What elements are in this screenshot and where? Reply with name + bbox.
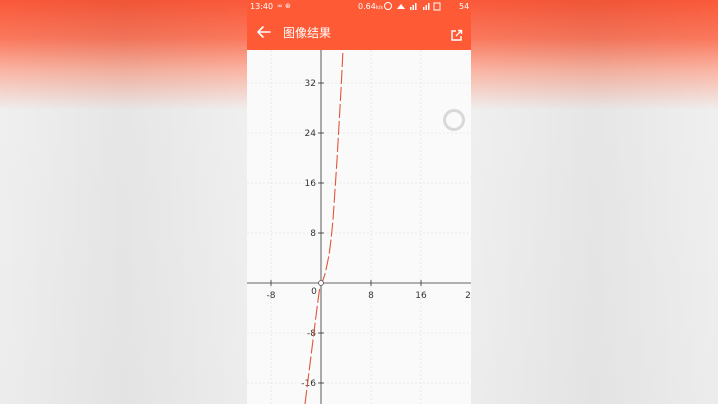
grid-lines: [247, 50, 471, 404]
background-right: [471, 0, 718, 404]
x-tick-label: 2: [465, 291, 471, 301]
origin-label: 0: [311, 287, 317, 297]
y-tick-label: -8: [307, 329, 316, 339]
status-left-icons: ∞ ⊛: [277, 2, 291, 10]
share-icon[interactable]: [450, 26, 463, 41]
x-tick-label: -8: [267, 291, 276, 301]
function-graph[interactable]: -8 0 8 16 2 32 24 16 8 -8 -16: [247, 50, 471, 404]
phone-screen: 13:40 ∞ ⊛ 0.64k/s 54 图像结果 -8 0 8 16 2 32…: [247, 0, 471, 404]
net-speed: 0.64k/s: [358, 2, 383, 11]
status-time: 13:40: [250, 2, 274, 11]
function-curve: [304, 50, 344, 404]
app-bar: 图像结果: [247, 16, 471, 50]
y-tick-label: 24: [305, 129, 317, 139]
graph-canvas[interactable]: -8 0 8 16 2 32 24 16 8 -8 -16: [247, 50, 471, 404]
y-tick-label: 8: [310, 229, 316, 239]
arrow-left-icon[interactable]: [255, 23, 273, 41]
floating-circle-button[interactable]: [443, 109, 465, 131]
y-tick-label: 16: [305, 179, 317, 189]
status-bar: 13:40 ∞ ⊛ 0.64k/s 54: [247, 0, 471, 16]
x-tick-label: 16: [415, 291, 427, 301]
y-tick-label: -16: [301, 379, 316, 389]
page-title: 图像结果: [283, 26, 332, 40]
status-right-icons: [383, 1, 443, 13]
origin-point[interactable]: [318, 280, 324, 286]
background-left: [0, 0, 247, 404]
battery-level: 54: [459, 2, 470, 11]
signal-wifi-icons: [384, 2, 441, 11]
y-tick-label: 32: [305, 79, 316, 89]
x-tick-marks: [270, 82, 422, 384]
x-tick-label: 8: [368, 291, 374, 301]
